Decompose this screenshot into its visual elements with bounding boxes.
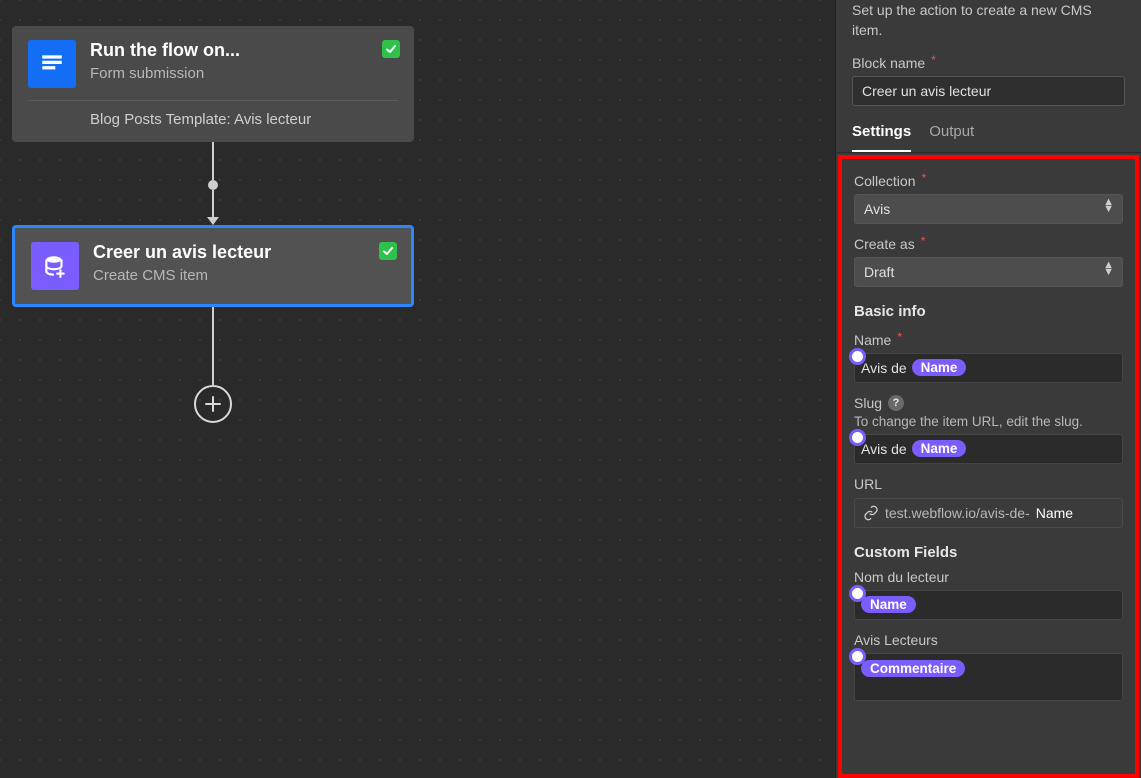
status-check-icon (382, 40, 400, 58)
slug-input[interactable]: Avis de Name (854, 434, 1123, 464)
link-icon (863, 505, 879, 521)
panel-tabs: Settings Output (836, 123, 1141, 153)
connector (12, 307, 414, 423)
trigger-title: Run the flow on... (90, 40, 398, 62)
slug-field: Slug ? To change the item URL, edit the … (854, 395, 1123, 464)
tab-output[interactable]: Output (929, 123, 974, 152)
block-name-label: Block name* (852, 55, 1125, 71)
panel-help-text: Set up the action to create a new CMS it… (852, 0, 1125, 41)
trigger-detail: Blog Posts Template: Avis lecteur (90, 111, 398, 128)
form-icon (28, 40, 76, 88)
name-label: Name (854, 332, 891, 348)
nom-lecteur-label: Nom du lecteur (854, 569, 949, 585)
avis-lecteurs-input[interactable]: Commentaire (854, 653, 1123, 701)
flow-column: Run the flow on... Form submission Blog … (12, 26, 414, 423)
status-check-icon (379, 242, 397, 260)
create-as-field: Create as* Draft ▲▼ (854, 236, 1123, 287)
nom-lecteur-field: Nom du lecteur Name (854, 569, 1123, 620)
settings-panel: Set up the action to create a new CMS it… (835, 0, 1141, 778)
divider (28, 100, 398, 101)
tab-settings[interactable]: Settings (852, 123, 911, 152)
cms-icon (31, 242, 79, 290)
trigger-node[interactable]: Run the flow on... Form submission Blog … (12, 26, 414, 142)
token-name[interactable]: Name (912, 359, 967, 376)
trigger-subtitle: Form submission (90, 65, 398, 82)
token-name[interactable]: Name (912, 440, 967, 457)
action-node[interactable]: Creer un avis lecteur Create CMS item (12, 225, 414, 307)
settings-section: Collection* Avis ▲▼ Create as* Draft ▲▼ … (838, 155, 1139, 778)
basic-info-heading: Basic info (854, 303, 1123, 320)
create-as-select[interactable]: Draft (854, 257, 1123, 287)
url-display: test.webflow.io/avis-de-Name (854, 498, 1123, 528)
action-subtitle: Create CMS item (93, 267, 395, 284)
slug-hint: To change the item URL, edit the slug. (854, 414, 1123, 429)
collection-label: Collection (854, 173, 915, 189)
name-input[interactable]: Avis de Name (854, 353, 1123, 383)
name-field: Name* Avis de Name (854, 332, 1123, 383)
collection-field: Collection* Avis ▲▼ (854, 173, 1123, 224)
collection-select[interactable]: Avis (854, 194, 1123, 224)
token-name[interactable]: Name (861, 596, 916, 613)
url-label: URL (854, 476, 882, 492)
slug-label: Slug (854, 395, 882, 411)
url-field: URL test.webflow.io/avis-de-Name (854, 476, 1123, 528)
avis-lecteurs-field: Avis Lecteurs Commentaire (854, 632, 1123, 701)
nom-lecteur-input[interactable]: Name (854, 590, 1123, 620)
action-title: Creer un avis lecteur (93, 242, 395, 264)
flow-canvas[interactable]: Run the flow on... Form submission Blog … (0, 0, 835, 778)
token-commentaire[interactable]: Commentaire (861, 660, 965, 677)
avis-lecteurs-label: Avis Lecteurs (854, 632, 938, 648)
block-name-input[interactable] (852, 76, 1125, 106)
info-icon[interactable]: ? (888, 395, 904, 411)
custom-fields-heading: Custom Fields (854, 544, 1123, 561)
add-step-button[interactable] (194, 385, 232, 423)
create-as-label: Create as (854, 236, 915, 252)
connector (12, 142, 414, 225)
